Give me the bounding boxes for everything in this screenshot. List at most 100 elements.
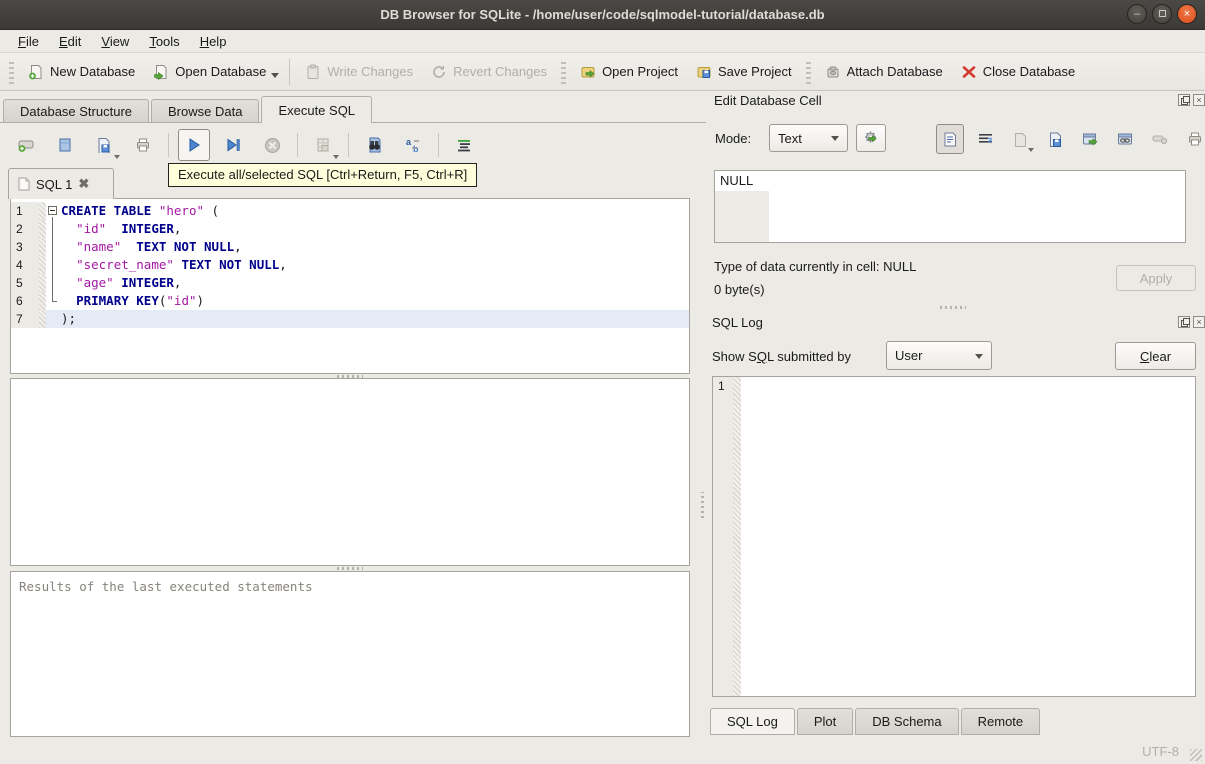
mode-select[interactable]: Text [769, 124, 848, 152]
new-sql-tab-button[interactable] [10, 129, 42, 161]
code-text: "age" INTEGER, [76, 275, 182, 290]
word-wrap-toggle[interactable] [971, 124, 999, 154]
find-button[interactable] [358, 129, 390, 161]
dock-splitter-handle[interactable] [940, 306, 966, 309]
dock-tab-remote[interactable]: Remote [960, 708, 1041, 735]
save-file-icon [98, 138, 110, 153]
stop-button [256, 129, 288, 161]
editor-line[interactable]: 4 "secret_name" TEXT NOT NULL, [11, 256, 689, 274]
line-number: 1 [11, 202, 39, 220]
results-message-pane[interactable]: Results of the last executed statements [10, 571, 690, 737]
dock-tab-sql-log[interactable]: SQL Log [710, 708, 795, 735]
text-mode-toggle[interactable] [936, 124, 964, 154]
printer-icon [1189, 132, 1201, 146]
tab-browse-data[interactable]: Browse Data [151, 99, 260, 123]
save-file-dropdown-icon[interactable] [114, 155, 120, 159]
apply-button-label: Apply [1139, 270, 1173, 286]
open-database-icon [153, 64, 169, 80]
toolbar-drag-handle[interactable] [9, 59, 14, 84]
toolbar-drag-handle[interactable] [561, 59, 567, 84]
clear-log-button[interactable]: Clear [1115, 342, 1196, 370]
menu-tools[interactable]: Tools [139, 32, 189, 51]
dock-tab-db-schema[interactable]: DB Schema [855, 708, 959, 735]
sql-tab-label: SQL 1 [36, 176, 73, 192]
text-document-icon [944, 132, 956, 146]
set-null-button [1146, 124, 1174, 154]
revert-changes-label: Revert Changes [453, 64, 548, 79]
save-sql-file-button[interactable] [88, 129, 120, 161]
close-dock-icon[interactable]: × [1193, 94, 1205, 106]
float-dock-icon[interactable] [1178, 316, 1190, 328]
log-filter-value: User [895, 348, 923, 363]
log-filter-select[interactable]: User [886, 341, 992, 370]
execute-all-button[interactable] [178, 129, 210, 161]
editor-line[interactable]: 3 "name" TEXT NOT NULL, [11, 238, 689, 256]
print-cell-button[interactable] [1181, 124, 1205, 154]
sql-editor[interactable]: 1 CREATE TABLE "hero" (2 "id" INTEGER, 3 "… [10, 198, 690, 374]
editor-line[interactable]: 1 CREATE TABLE "hero" ( [11, 202, 689, 220]
log-filter-label: Show SQL submitted by [712, 349, 851, 364]
attach-database-label: Attach Database [846, 64, 943, 79]
write-changes-button: Write Changes [296, 59, 422, 85]
pane-splitter-handle[interactable] [701, 492, 704, 518]
fold-margin [46, 238, 61, 256]
edit-cell-toolbar [936, 124, 1205, 154]
editor-line[interactable]: 5 "age" INTEGER, [11, 274, 689, 292]
open-database-dropdown-icon[interactable] [271, 73, 280, 78]
save-project-button[interactable]: Save Project [687, 59, 801, 85]
editor-line[interactable]: 2 "id" INTEGER, [11, 220, 689, 238]
code-text: PRIMARY KEY("id") [76, 293, 205, 308]
mode-value: Text [778, 130, 802, 146]
cell-value-editor[interactable]: NULL [714, 170, 1186, 243]
close-button[interactable]: × [1177, 4, 1197, 24]
editor-line[interactable]: 6 PRIMARY KEY("id") [11, 292, 689, 310]
menu-edit[interactable]: Edit [49, 32, 91, 51]
fold-marker-icon[interactable] [46, 202, 61, 220]
menu-help[interactable]: Help [190, 32, 237, 51]
cell-type-info: Type of data currently in cell: NULL [714, 259, 917, 274]
tab-execute-sql[interactable]: Execute SQL [261, 96, 373, 123]
open-project-label: Open Project [602, 64, 678, 79]
open-project-button[interactable]: Open Project [571, 59, 687, 85]
close-database-button[interactable]: Close Database [952, 59, 1085, 85]
float-dock-icon[interactable] [1178, 94, 1190, 106]
attach-database-button[interactable]: Attach Database [816, 59, 952, 85]
copy-link-button[interactable] [1111, 124, 1139, 154]
format-sql-button[interactable] [448, 129, 480, 161]
editor-line[interactable]: 7); [11, 310, 689, 328]
results-grid[interactable] [10, 378, 690, 566]
export-data-button[interactable] [1041, 124, 1069, 154]
tab-database-structure[interactable]: Database Structure [3, 99, 150, 123]
replace-button[interactable]: ab [397, 129, 429, 161]
word-wrap-icon [978, 134, 992, 143]
open-sql-file-button[interactable] [49, 129, 81, 161]
gutter-hatch [39, 238, 46, 256]
new-database-button[interactable]: New Database [19, 59, 144, 85]
print-button[interactable] [127, 129, 159, 161]
gutter-hatch [39, 202, 46, 220]
titlebar[interactable]: DB Browser for SQLite - /home/user/code/… [0, 0, 1205, 30]
apply-button: Apply [1116, 265, 1196, 291]
apply-mode-button[interactable] [856, 124, 886, 152]
dock-tab-plot[interactable]: Plot [796, 708, 854, 735]
toolbar-drag-handle[interactable] [805, 59, 811, 84]
open-external-button[interactable] [1076, 124, 1104, 154]
save-results-dropdown-icon [333, 155, 339, 159]
menu-view[interactable]: View [91, 32, 139, 51]
maximize-icon [1158, 10, 1166, 17]
maximize-button[interactable] [1152, 4, 1172, 24]
close-dock-icon[interactable]: × [1193, 316, 1205, 328]
open-file-icon [59, 138, 71, 152]
clear-button-label: Clear [1139, 348, 1172, 364]
open-database-button[interactable]: Open Database [144, 59, 275, 85]
sql-log-view[interactable]: 1 [712, 376, 1196, 697]
close-tab-icon[interactable]: ✖ [78, 176, 89, 192]
menu-file[interactable]: File [8, 32, 49, 51]
splitter-handle[interactable] [337, 567, 363, 570]
revert-changes-icon [431, 64, 447, 80]
minimize-button[interactable]: – [1127, 4, 1147, 24]
sql-editor-tab[interactable]: SQL 1 ✖ [8, 168, 114, 199]
execute-line-button[interactable] [217, 129, 249, 161]
fold-margin [46, 292, 61, 310]
resize-grip[interactable] [1190, 749, 1202, 761]
